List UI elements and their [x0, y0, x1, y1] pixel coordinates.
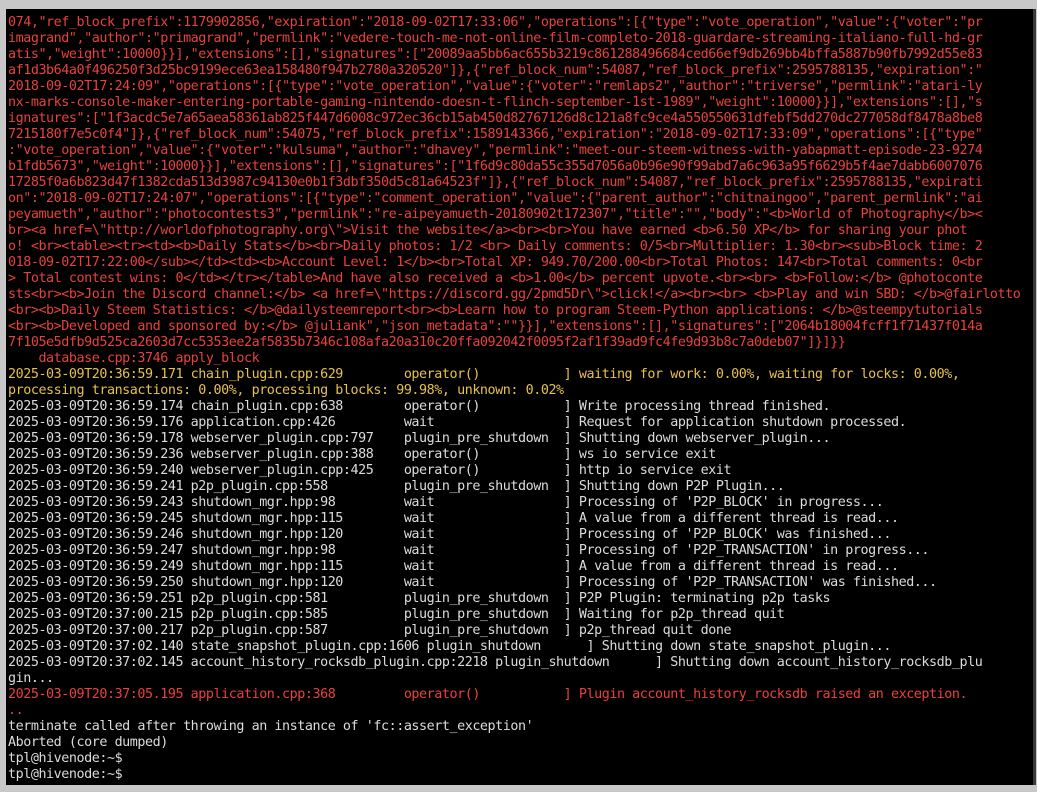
terminal-line: imagrand","author":"primagrand","permlin…: [8, 31, 983, 46]
terminal-line: 2025-03-09T20:36:59.171 chain_plugin.cpp…: [8, 367, 960, 382]
terminal-line: > Total contest wins: 0</td></tr></table…: [8, 271, 983, 286]
terminal-line: 018-09-02T17:22:00</sub></td><td><b>Acco…: [8, 255, 983, 270]
terminal-line: b1fdb5673","weight":10000}}],"extensions…: [8, 159, 983, 174]
terminal-line: 2025-03-09T20:37:00.215 p2p_plugin.cpp:5…: [8, 607, 785, 622]
terminal-window: 074,"ref_block_prefix":1179902856,"expir…: [0, 0, 1037, 792]
terminal-line: Aborted (core dumped): [8, 735, 168, 750]
terminal-line: 2025-03-09T20:37:00.217 p2p_plugin.cpp:5…: [8, 623, 732, 638]
terminal-line: 7215180f7e5c0f4"]},{"ref_block_num":5407…: [8, 127, 983, 142]
terminal-line: 2025-03-09T20:36:59.174 chain_plugin.cpp…: [8, 399, 831, 414]
terminal-line: 2025-03-09T20:36:59.178 webserver_plugin…: [8, 431, 831, 446]
terminal-line: 2025-03-09T20:36:59.176 application.cpp:…: [8, 415, 907, 430]
terminal-line: 2025-03-09T20:36:59.240 webserver_plugin…: [8, 463, 732, 478]
terminal-line: 17285f0a6b823d47f1382cda513d3987c94130e0…: [8, 175, 983, 190]
terminal-line: 2025-03-09T20:36:59.236 webserver_plugin…: [8, 447, 716, 462]
terminal-line: 2025-03-09T20:36:59.245 shutdown_mgr.hpp…: [8, 511, 899, 526]
terminal-line: o! <br><table><tr><td><b>Daily Stats</b>…: [8, 239, 983, 254]
terminal-line: tpl@hivenode:~$: [8, 751, 123, 766]
terminal-line: 2025-03-09T20:36:59.243 shutdown_mgr.hpp…: [8, 495, 884, 510]
terminal-line: 7f105e5dfb9d525ca2603d7cc5353ee2af5835b7…: [8, 335, 846, 350]
terminal-line: 2025-03-09T20:37:05.195 application.cpp:…: [8, 687, 968, 702]
terminal-line: peyamueth","author":"photocontests3","pe…: [8, 207, 983, 222]
terminal-scrollbar[interactable]: [1033, 9, 1036, 785]
terminal-line: <br><b>Daily Steem Statistics: </b>@dail…: [8, 303, 983, 318]
terminal-line: :"vote_operation","value":{"voter":"kuls…: [8, 143, 983, 158]
terminal-line: 074,"ref_block_prefix":1179902856,"expir…: [8, 15, 983, 30]
terminal-line: 2018-09-02T17:24:09","operations":[{"typ…: [8, 79, 983, 94]
terminal-output[interactable]: 074,"ref_block_prefix":1179902856,"expir…: [6, 9, 1033, 785]
terminal-line: 2025-03-09T20:36:59.250 shutdown_mgr.hpp…: [8, 575, 937, 590]
terminal-line: 2025-03-09T20:36:59.247 shutdown_mgr.hpp…: [8, 543, 930, 558]
terminal-line: ignatures":["1f3acdc5e7a65aea58361ab825f…: [8, 111, 983, 126]
terminal-line: br><a href=\"http://worldofphotography.o…: [8, 223, 968, 238]
terminal-line: <br><b>Developed and sponsored by:</b> @…: [8, 319, 983, 334]
terminal-line: on":"2018-09-02T17:24:07","operations":[…: [8, 191, 983, 206]
terminal-line: 2025-03-09T20:36:59.251 p2p_plugin.cpp:5…: [8, 591, 831, 606]
terminal-line: ..: [8, 703, 24, 718]
terminal-line: terminate called after throwing an insta…: [8, 719, 534, 734]
terminal-line: af1d3b64a0f496250f3d25bc9199ece63ea15848…: [8, 63, 983, 78]
terminal-screen: 074,"ref_block_prefix":1179902856,"expir…: [6, 9, 1033, 783]
terminal-line: 2025-03-09T20:37:02.145 account_history_…: [8, 655, 983, 670]
terminal-line: gin...: [8, 671, 54, 686]
terminal-line: tpl@hivenode:~$: [8, 767, 123, 782]
terminal-line: sts<br><b>Join the Discord channel:</b> …: [8, 287, 1021, 302]
terminal-line: 2025-03-09T20:36:59.249 shutdown_mgr.hpp…: [8, 559, 899, 574]
terminal-line: processing transactions: 0.00%, processi…: [8, 383, 564, 398]
terminal-line: nx-marks-console-maker-entering-portable…: [8, 95, 983, 110]
terminal-line: database.cpp:3746 apply_block: [8, 351, 260, 366]
terminal-line: atis","weight":10000}}],"extensions":[],…: [8, 47, 983, 62]
terminal-line: 2025-03-09T20:36:59.241 p2p_plugin.cpp:5…: [8, 479, 785, 494]
terminal-line: 2025-03-09T20:36:59.246 shutdown_mgr.hpp…: [8, 527, 891, 542]
terminal-line: 2025-03-09T20:37:02.140 state_snapshot_p…: [8, 639, 891, 654]
